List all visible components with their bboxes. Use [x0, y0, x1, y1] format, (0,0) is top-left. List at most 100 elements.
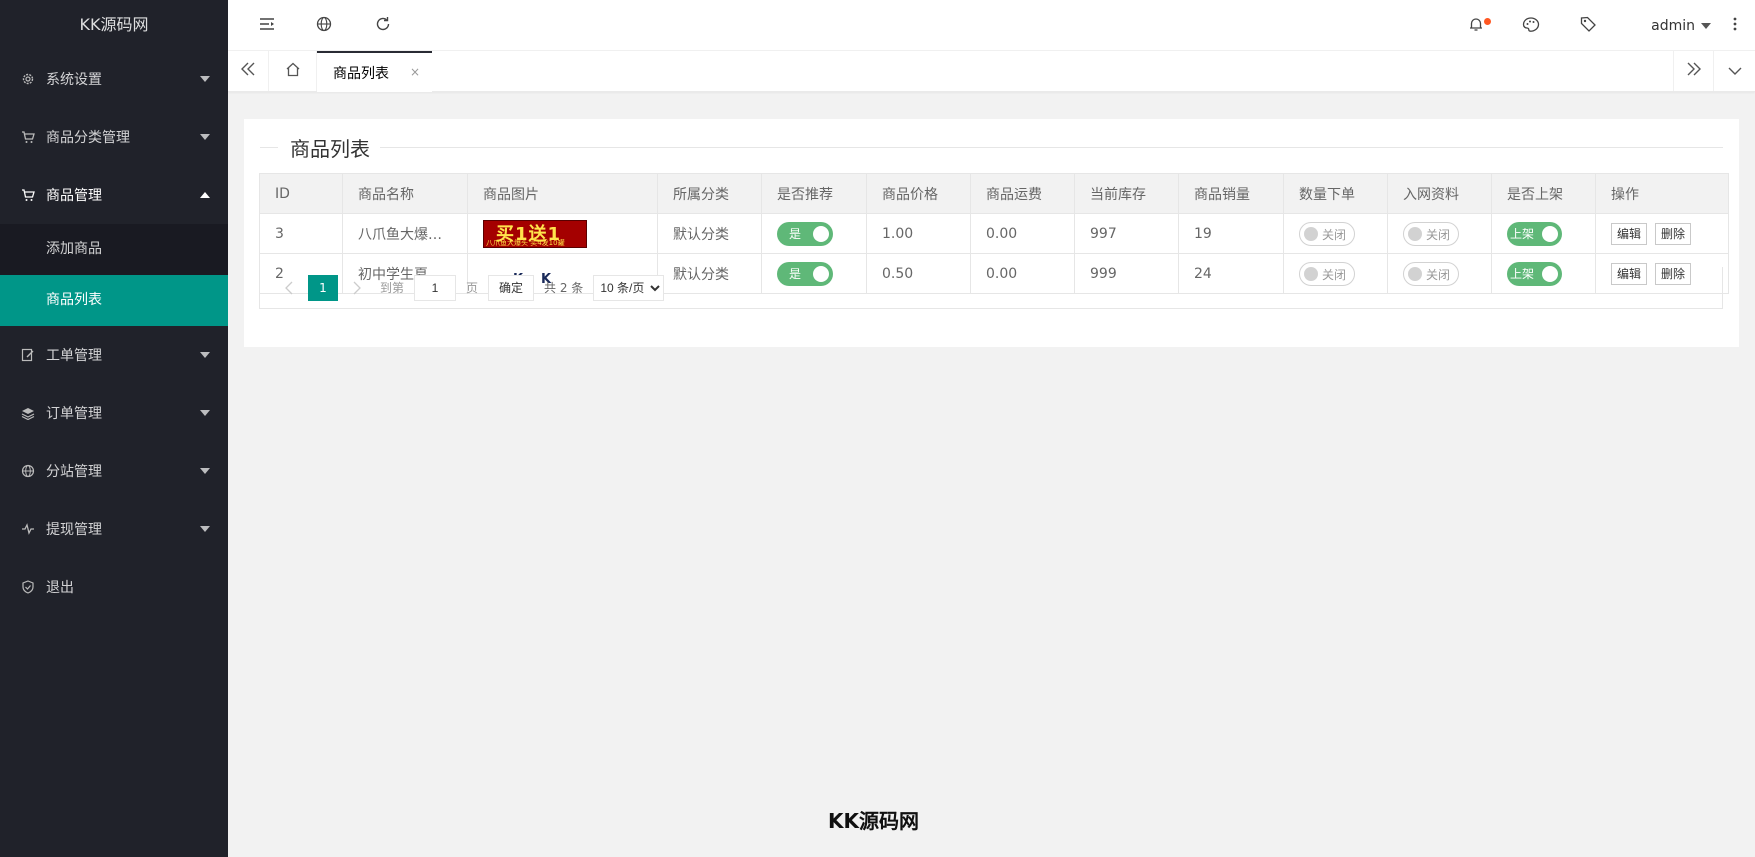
goto-page-input[interactable] — [414, 274, 457, 301]
edit-icon — [20, 347, 36, 363]
page-unit-label: 页 — [466, 281, 479, 295]
more-button[interactable] — [1715, 0, 1755, 51]
column-header[interactable]: 操作 — [1595, 173, 1729, 214]
cell-sales: 19 — [1178, 213, 1284, 254]
sidebar: KK源码网 系统设置 商品分类管理 商品管理 添加商品 商品列表 工单管理 订单… — [0, 0, 228, 857]
home-icon — [285, 62, 301, 81]
qty-order-toggle[interactable]: 关闭 — [1299, 221, 1355, 246]
menu-fold-icon — [259, 17, 275, 35]
product-list-card: 商品列表 ID 商品名称 商品图片 所属分类 是否推荐 商品价格 商品运费 当前… — [244, 119, 1739, 347]
refresh-button[interactable] — [358, 0, 408, 51]
tab-menu-button[interactable] — [1714, 51, 1755, 91]
chevron-down-icon — [200, 134, 210, 140]
sidebar-subitem-add-product[interactable]: 添加商品 — [0, 224, 228, 275]
goto-label: 到第 — [380, 281, 405, 295]
sidebar-item-label: 退出 — [46, 580, 74, 596]
goto-confirm-button[interactable]: 确定 — [488, 274, 535, 301]
divider — [260, 147, 1723, 148]
cell-actions: 编辑 删除 — [1595, 213, 1729, 254]
cell-recommend: 是 — [761, 213, 867, 254]
sidebar-item-substation-management[interactable]: 分站管理 — [0, 442, 228, 500]
cell-net-info: 关闭 — [1387, 213, 1492, 254]
page-size-select[interactable]: 10 条/页 — [593, 274, 665, 301]
double-chevron-left-icon — [240, 62, 256, 80]
column-header[interactable]: 商品名称 — [342, 173, 468, 214]
tag-icon — [1580, 16, 1596, 36]
column-header[interactable]: 入网资料 — [1387, 173, 1492, 214]
sidebar-item-product-management[interactable]: 商品管理 — [0, 166, 228, 224]
layers-icon — [20, 405, 36, 421]
sidebar-item-label: 商品管理 — [46, 188, 102, 204]
gear-icon — [20, 71, 36, 87]
listed-toggle[interactable]: 上架 — [1507, 221, 1562, 246]
sidebar-item-category-management[interactable]: 商品分类管理 — [0, 108, 228, 166]
total-count: 共 2 条 — [544, 281, 584, 295]
net-info-toggle[interactable]: 关闭 — [1403, 221, 1459, 246]
chevron-up-icon — [200, 192, 210, 198]
sidebar-item-withdraw-management[interactable]: 提现管理 — [0, 500, 228, 558]
tag-button[interactable] — [1563, 0, 1613, 51]
sidebar-item-label: 分站管理 — [46, 464, 102, 480]
menu-toggle-button[interactable] — [242, 0, 292, 51]
column-header[interactable]: 商品运费 — [970, 173, 1075, 214]
cart-icon — [20, 129, 36, 145]
close-icon[interactable]: × — [410, 65, 420, 79]
tab-bar: 商品列表 × — [228, 51, 1755, 92]
tab-home[interactable] — [270, 51, 317, 91]
column-header[interactable]: 所属分类 — [657, 173, 762, 214]
palette-icon — [1522, 16, 1540, 36]
tab-product-list[interactable]: 商品列表 × — [317, 51, 432, 92]
logo: KK源码网 — [79, 15, 149, 34]
page-number-current[interactable]: 1 — [308, 274, 338, 301]
chevron-down-icon — [200, 76, 210, 82]
username: admin — [1651, 17, 1695, 34]
user-menu[interactable]: admin — [1651, 0, 1711, 51]
globe-icon — [316, 16, 332, 36]
chevron-left-icon — [285, 281, 293, 294]
sidebar-item-system-settings[interactable]: 系统设置 — [0, 50, 228, 108]
product-image[interactable]: 买1送1 八爪鱼大爆头 买4发10罐 — [483, 219, 587, 248]
notification-button[interactable] — [1451, 0, 1501, 51]
cell-name: 八爪鱼大爆… — [342, 213, 468, 254]
cell-stock: 997 — [1074, 213, 1179, 254]
globe-icon — [20, 463, 36, 479]
page-title: 商品列表 — [278, 133, 380, 162]
next-page-button[interactable] — [342, 275, 372, 301]
column-header[interactable]: 商品销量 — [1178, 173, 1284, 214]
chevron-down-icon — [1728, 63, 1742, 79]
top-header: admin — [228, 0, 1755, 51]
website-button[interactable] — [299, 0, 349, 51]
refresh-icon — [375, 16, 391, 36]
sidebar-subitem-product-list[interactable]: 商品列表 — [0, 275, 228, 326]
cell-category: 默认分类 — [657, 213, 762, 254]
column-header[interactable]: ID — [259, 173, 343, 214]
double-chevron-right-icon — [1686, 62, 1702, 80]
shield-icon — [20, 579, 36, 595]
sidebar-item-label: 提现管理 — [46, 522, 102, 538]
chevron-down-icon — [200, 526, 210, 532]
recommend-toggle[interactable]: 是 — [777, 221, 833, 246]
tab-scroll-right-button[interactable] — [1673, 51, 1714, 91]
column-header[interactable]: 商品价格 — [866, 173, 971, 214]
pulse-icon — [20, 521, 36, 537]
chevron-down-icon — [200, 468, 210, 474]
prev-page-button[interactable] — [274, 275, 304, 301]
table-header-row: ID 商品名称 商品图片 所属分类 是否推荐 商品价格 商品运费 当前库存 商品… — [259, 173, 1729, 214]
chevron-down-icon — [200, 352, 210, 358]
sidebar-item-order-management[interactable]: 订单管理 — [0, 384, 228, 442]
column-header[interactable]: 是否推荐 — [761, 173, 867, 214]
table-row[interactable]: 3 八爪鱼大爆… 买1送1 八爪鱼大爆头 买4发10罐 默认分类 是 1.00 … — [259, 213, 1729, 254]
tab-label: 商品列表 — [333, 65, 389, 82]
column-header[interactable]: 数量下单 — [1283, 173, 1388, 214]
column-header[interactable]: 是否上架 — [1491, 173, 1596, 214]
sidebar-item-logout[interactable]: 退出 — [0, 558, 228, 616]
chevron-right-icon — [353, 281, 361, 294]
delete-button[interactable]: 删除 — [1655, 222, 1692, 245]
edit-button[interactable]: 编辑 — [1611, 222, 1648, 245]
theme-button[interactable] — [1506, 0, 1556, 51]
pagination: 1 到第 页 确定 共 2 条 10 条/页 — [259, 267, 1723, 309]
tab-scroll-left-button[interactable] — [228, 51, 269, 91]
column-header[interactable]: 当前库存 — [1074, 173, 1179, 214]
sidebar-item-ticket-management[interactable]: 工单管理 — [0, 326, 228, 384]
column-header[interactable]: 商品图片 — [467, 173, 658, 214]
